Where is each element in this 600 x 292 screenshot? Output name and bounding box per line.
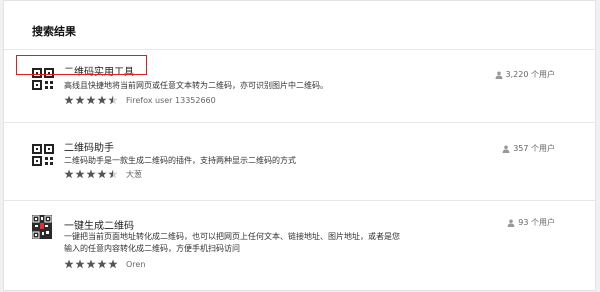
- rating-stars: [64, 95, 118, 105]
- result-meta: 大葱: [64, 169, 142, 179]
- result-meta: Oren: [64, 259, 145, 269]
- rating-stars: [64, 169, 118, 179]
- results-header: 搜索结果: [4, 1, 595, 50]
- user-icon: [507, 219, 515, 227]
- result-item-2[interactable]: 二维码助手 二维码助手是一款生成二维码的插件，支持两种显示二维码的方式 大葱 3…: [4, 123, 595, 201]
- star-icon: [108, 259, 118, 269]
- star-icon: [64, 95, 74, 105]
- rating-stars: [64, 259, 118, 269]
- search-results-panel: 搜索结果 二维码实用工具 高线且快捷地将当前网页或任意文本转为二维码，亦可识别图…: [3, 0, 596, 291]
- star-icon: [86, 259, 96, 269]
- user-icon: [495, 71, 503, 79]
- user-icon: [502, 145, 510, 153]
- result-description: 高线且快捷地将当前网页或任意文本转为二维码，亦可识别图片中二维码。: [64, 81, 328, 90]
- user-count-text: 93 个用户: [518, 218, 555, 227]
- star-icon: [86, 169, 96, 179]
- result-name-link[interactable]: 二维码助手: [64, 139, 114, 154]
- qr-code-color-icon: [32, 215, 52, 239]
- user-count-text: 357 个用户: [513, 144, 555, 153]
- user-count: 3,220 个用户: [495, 69, 555, 80]
- user-count-text: 3,220 个用户: [505, 70, 555, 79]
- result-item-3[interactable]: 一键生成二维码 一键把当前页面地址转化成二维码，也可以把网页上任何文本、链接地址…: [4, 201, 595, 292]
- result-description: 二维码助手是一款生成二维码的插件，支持两种显示二维码的方式: [64, 156, 296, 165]
- star-icon: [97, 259, 107, 269]
- star-icon: [75, 259, 85, 269]
- star-icon: [75, 169, 85, 179]
- result-name-link[interactable]: 一键生成二维码: [64, 217, 134, 232]
- highlight-box: [16, 55, 147, 75]
- user-count: 357 个用户: [502, 143, 555, 154]
- result-description: 一键把当前页面地址转化成二维码，也可以把网页上任何文本、链接地址、图片地址，或者…: [64, 232, 400, 253]
- star-half-icon: [108, 95, 118, 105]
- page-title: 搜索结果: [32, 25, 76, 38]
- result-author[interactable]: 大葱: [126, 169, 142, 180]
- star-icon: [64, 169, 74, 179]
- star-icon: [75, 95, 85, 105]
- result-author[interactable]: Firefox user 13352660: [126, 96, 216, 105]
- star-half-icon: [108, 169, 118, 179]
- result-meta: Firefox user 13352660: [64, 95, 216, 105]
- result-author[interactable]: Oren: [126, 260, 145, 269]
- qr-code-icon: [32, 144, 54, 166]
- user-count: 93 个用户: [507, 217, 555, 228]
- star-icon: [97, 169, 107, 179]
- star-icon: [86, 95, 96, 105]
- star-icon: [64, 259, 74, 269]
- star-icon: [97, 95, 107, 105]
